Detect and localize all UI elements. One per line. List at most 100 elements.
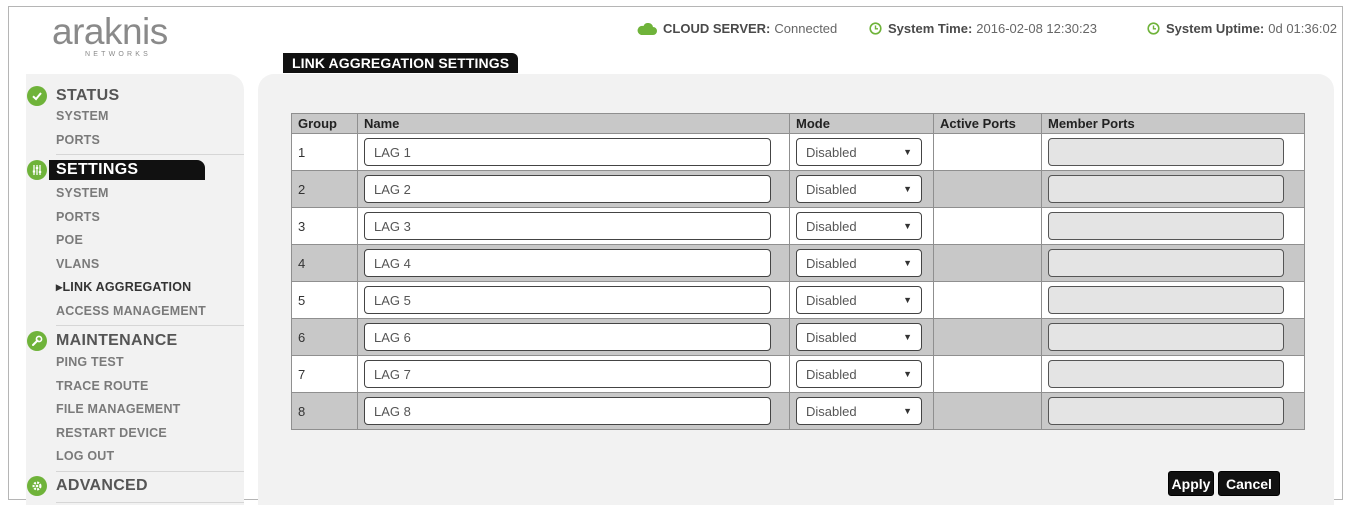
mode-select[interactable]: Disabled ▼ [796, 397, 922, 425]
lag-name-input[interactable] [364, 323, 771, 351]
member-ports-cell [1041, 133, 1305, 171]
table-row: 7 Disabled ▼ [291, 355, 1305, 393]
member-ports-field[interactable] [1048, 249, 1284, 277]
member-ports-field[interactable] [1048, 323, 1284, 351]
sidebar-item-ping-test[interactable]: PING TEST [56, 351, 244, 375]
mode-select[interactable]: Disabled ▼ [796, 212, 922, 240]
sidebar-section-label: ADVANCED [56, 477, 148, 494]
member-ports-field[interactable] [1048, 286, 1284, 314]
mode-select-value: Disabled [806, 181, 857, 197]
name-cell [357, 281, 790, 319]
apply-button[interactable]: Apply [1168, 471, 1214, 496]
sidebar-item-access-management[interactable]: ACCESS MANAGEMENT [56, 300, 244, 324]
mode-select-value: Disabled [806, 144, 857, 160]
cloud-icon [637, 22, 657, 35]
group-cell: 8 [291, 392, 358, 430]
member-ports-cell [1041, 355, 1305, 393]
checkmark-icon [27, 85, 47, 106]
lag-name-input[interactable] [364, 138, 771, 166]
name-cell [357, 244, 790, 282]
table-row: 8 Disabled ▼ [291, 392, 1305, 430]
column-header-member-ports: Member Ports [1041, 113, 1305, 134]
sidebar-item-file-management[interactable]: FILE MANAGEMENT [56, 398, 244, 422]
sidebar-section-settings[interactable]: SETTINGS [26, 156, 244, 183]
mode-select-value: Disabled [806, 366, 857, 382]
system-uptime: System Uptime: 0d 01:36:02 [1147, 21, 1337, 36]
wrench-icon [27, 330, 47, 351]
system-time-value: 2016-02-08 12:30:23 [976, 21, 1098, 36]
table-header-row: Group Name Mode Active Ports Member Port… [291, 113, 1305, 134]
member-ports-cell [1041, 281, 1305, 319]
lag-name-input[interactable] [364, 212, 771, 240]
cloud-server-status: CLOUD SERVER: Connected [637, 21, 837, 36]
mode-select[interactable]: Disabled ▼ [796, 138, 922, 166]
divider [56, 470, 244, 472]
mode-select[interactable]: Disabled ▼ [796, 175, 922, 203]
system-time-label: System Time: [888, 21, 973, 36]
group-cell: 6 [291, 318, 358, 356]
dropdown-arrow-icon: ▼ [903, 332, 912, 342]
mode-cell: Disabled ▼ [789, 392, 934, 430]
member-ports-cell [1041, 244, 1305, 282]
cloud-server-label: CLOUD SERVER: [663, 21, 771, 36]
member-ports-field[interactable] [1048, 212, 1284, 240]
sidebar-section-status[interactable]: STATUS [26, 82, 244, 109]
member-ports-field[interactable] [1048, 175, 1284, 203]
gear-icon [27, 476, 47, 496]
member-ports-field[interactable] [1048, 138, 1284, 166]
group-cell: 7 [291, 355, 358, 393]
sidebar-section-label: STATUS [56, 86, 120, 104]
active-ports-cell [933, 318, 1042, 356]
sidebar-item-link-aggregation[interactable]: ▸LINK AGGREGATION [56, 276, 244, 300]
group-cell: 3 [291, 207, 358, 245]
sidebar-item-trace-route[interactable]: TRACE ROUTE [56, 375, 244, 399]
page-title: LINK AGGREGATION SETTINGS [283, 53, 519, 73]
column-header-group: Group [291, 113, 358, 134]
mode-select[interactable]: Disabled ▼ [796, 323, 922, 351]
active-ports-cell [933, 170, 1042, 208]
member-ports-field[interactable] [1048, 397, 1284, 425]
mode-cell: Disabled ▼ [789, 207, 934, 245]
sidebar-item-settings-ports[interactable]: PORTS [56, 206, 244, 230]
lag-name-input[interactable] [364, 249, 771, 277]
dropdown-arrow-icon: ▼ [903, 147, 912, 157]
sidebar-section-maintenance[interactable]: MAINTENANCE [26, 327, 244, 354]
name-cell [357, 133, 790, 171]
mode-select[interactable]: Disabled ▼ [796, 360, 922, 388]
member-ports-cell [1041, 170, 1305, 208]
active-ports-cell [933, 207, 1042, 245]
sidebar-item-restart-device[interactable]: RESTART DEVICE [56, 422, 244, 446]
sidebar-item-status-ports[interactable]: PORTS [56, 129, 244, 153]
divider [56, 325, 244, 326]
lag-name-input[interactable] [364, 397, 771, 425]
dropdown-arrow-icon: ▼ [903, 184, 912, 194]
lag-name-input[interactable] [364, 286, 771, 314]
active-ports-cell [933, 244, 1042, 282]
group-cell: 4 [291, 244, 358, 282]
sidebar-item-poe[interactable]: POE [56, 229, 244, 253]
group-cell: 1 [291, 133, 358, 171]
member-ports-field[interactable] [1048, 360, 1284, 388]
sidebar-item-settings-system[interactable]: SYSTEM [56, 182, 244, 206]
sidebar-section-label: MAINTENANCE [56, 331, 178, 349]
member-ports-cell [1041, 392, 1305, 430]
name-cell [357, 392, 790, 430]
name-cell [357, 207, 790, 245]
mode-select[interactable]: Disabled ▼ [796, 286, 922, 314]
mode-select[interactable]: Disabled ▼ [796, 249, 922, 277]
cancel-button[interactable]: Cancel [1218, 471, 1280, 496]
sliders-icon [27, 159, 47, 180]
lag-name-input[interactable] [364, 175, 771, 203]
system-time: System Time: 2016-02-08 12:30:23 [869, 21, 1097, 36]
logo-wordmark: araknis [52, 11, 168, 52]
cloud-server-value: Connected [774, 21, 838, 36]
sidebar-item-vlans[interactable]: VLANS [56, 253, 244, 277]
group-cell: 5 [291, 281, 358, 319]
lag-name-input[interactable] [364, 360, 771, 388]
sidebar-item-log-out[interactable]: LOG OUT [56, 445, 244, 469]
sidebar-section-advanced[interactable]: ADVANCED [26, 473, 244, 500]
sidebar-section-label: SETTINGS [56, 160, 139, 178]
system-uptime-value: 0d 01:36:02 [1268, 21, 1337, 36]
divider [56, 501, 244, 503]
name-cell [357, 318, 790, 356]
